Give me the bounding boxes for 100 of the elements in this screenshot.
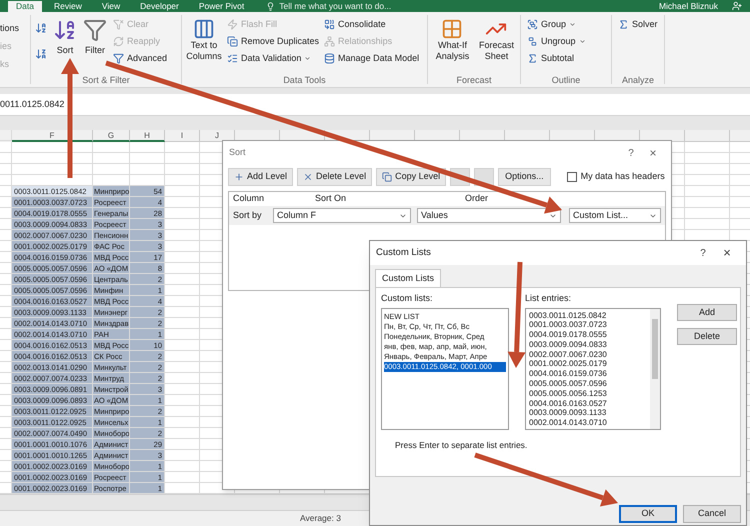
share-icon[interactable] bbox=[732, 1, 742, 11]
list-entry: 0002.0007.0067.0230 bbox=[529, 350, 608, 360]
ribbon-button[interactable]: Consolidate bbox=[324, 18, 420, 30]
column-header[interactable]: F bbox=[12, 130, 93, 142]
list-entry: 0002.0014.0143.0710 bbox=[529, 418, 608, 428]
toolbar-button[interactable]: Copy Level bbox=[376, 168, 446, 186]
group-label: Sort & Filter bbox=[81, 74, 131, 86]
ribbon-tab[interactable]: View bbox=[94, 1, 128, 12]
table-cell bbox=[0, 164, 12, 175]
column-select[interactable]: Column F bbox=[273, 208, 411, 223]
tool-icon bbox=[227, 52, 238, 64]
toolbar-button[interactable]: Delete Level bbox=[297, 168, 372, 186]
table-cell bbox=[130, 153, 165, 164]
list-entry: 0003.0009.0094.0833 bbox=[529, 340, 608, 350]
list-entry: 0004.0016.0159.0736 bbox=[529, 369, 608, 380]
caret-icon bbox=[569, 20, 576, 28]
help-button[interactable]: ? bbox=[621, 146, 641, 160]
ribbon-button[interactable]: Advanced bbox=[113, 52, 168, 64]
group-label: Analyze bbox=[620, 74, 656, 87]
delete-icon bbox=[303, 172, 314, 182]
user-name: Michael Bliznuk bbox=[658, 1, 718, 12]
sort-button[interactable]: Sort bbox=[53, 18, 77, 58]
column-header[interactable]: I bbox=[165, 130, 200, 142]
column-heading: Column bbox=[233, 192, 266, 206]
ribbon-button[interactable]: Data Validation bbox=[227, 52, 320, 64]
columns-icon bbox=[193, 18, 215, 40]
close-button[interactable]: × bbox=[641, 144, 665, 162]
help-button[interactable]: ? bbox=[692, 246, 714, 260]
table-cell bbox=[685, 197, 730, 208]
sort-ascending-icon[interactable] bbox=[35, 22, 47, 34]
tell-me-field[interactable]: Tell me what you want to do... bbox=[279, 1, 392, 12]
list-entry: 0003.0011.0125.0842 bbox=[529, 310, 608, 320]
ribbon-button[interactable]: Manage Data Model bbox=[324, 52, 420, 64]
ribbon-tab[interactable]: Review bbox=[46, 1, 90, 12]
table-cell bbox=[130, 164, 165, 175]
table-icon bbox=[441, 18, 464, 40]
dialog-title: Sort bbox=[229, 146, 247, 160]
column-header[interactable]: G bbox=[93, 130, 130, 142]
copy-icon bbox=[382, 172, 392, 182]
ribbon-button[interactable]: Ungroup bbox=[527, 35, 605, 47]
dialog-title: Custom Lists bbox=[376, 246, 432, 260]
column-header[interactable]: H bbox=[130, 130, 165, 142]
what-if-analysis-button[interactable]: What-If Analysis bbox=[432, 18, 473, 62]
dialog-button[interactable]: OK bbox=[619, 505, 677, 523]
toolbar-button[interactable]: Add Level bbox=[228, 168, 294, 186]
ribbon-tab[interactable]: Data bbox=[8, 1, 42, 12]
dialog-button[interactable]: Add bbox=[677, 304, 737, 321]
scrollbar[interactable] bbox=[650, 308, 660, 428]
outline-icon bbox=[527, 18, 538, 30]
table-cell bbox=[685, 175, 730, 186]
options-button[interactable]: Options... bbox=[498, 168, 551, 186]
table-cell bbox=[0, 175, 12, 186]
list-entries-field[interactable] bbox=[525, 308, 661, 430]
field-label: Custom lists: bbox=[381, 292, 434, 305]
table-cell bbox=[0, 142, 12, 153]
sort-on-select[interactable]: Values bbox=[417, 208, 561, 223]
tab[interactable]: Custom Lists bbox=[375, 269, 442, 287]
ribbon-tab[interactable]: Developer bbox=[132, 1, 187, 12]
list-entry: 0001.0003.0037.0723 bbox=[529, 320, 608, 330]
ribbon-tab[interactable]: Power Pivot bbox=[190, 1, 252, 12]
list-entry: 0003.0009.0093.1133 bbox=[529, 408, 608, 418]
close-button[interactable]: × bbox=[714, 243, 740, 263]
checkbox[interactable] bbox=[566, 172, 577, 182]
checkbox-label: My data has headers bbox=[580, 170, 665, 184]
table-cell bbox=[685, 186, 730, 197]
group-label: Outline bbox=[550, 74, 582, 86]
ribbon-button[interactable]: Remove Duplicates bbox=[227, 35, 320, 47]
dialog-button[interactable]: Cancel bbox=[683, 505, 741, 523]
group-label: Forecast bbox=[455, 74, 492, 86]
solver-button[interactable]: Solver bbox=[618, 18, 658, 32]
dialog-button[interactable]: Delete bbox=[677, 328, 737, 345]
table-cell bbox=[93, 164, 130, 175]
add-icon bbox=[234, 172, 244, 182]
table-cell bbox=[0, 153, 12, 164]
hint-text: Press Enter to separate list entries. bbox=[395, 438, 528, 452]
table-cell bbox=[685, 153, 730, 164]
table-cell bbox=[685, 164, 730, 175]
solver-icon bbox=[618, 19, 629, 30]
table-cell bbox=[93, 142, 130, 153]
column-heading: Sort On bbox=[315, 192, 348, 206]
list-entry: 0005.0005.0057.0596 bbox=[529, 379, 608, 389]
outline-icon bbox=[527, 36, 538, 46]
outline-icon bbox=[527, 52, 538, 64]
order-select[interactable]: Custom List... bbox=[569, 208, 661, 223]
forecast-sheet-button[interactable]: Forecast Sheet bbox=[476, 18, 516, 62]
text-to-columns-button[interactable]: Text to Columns bbox=[186, 18, 222, 62]
tool-icon bbox=[324, 52, 336, 64]
status-average: Average: 3 bbox=[300, 512, 341, 525]
tool-icon bbox=[227, 18, 238, 30]
formula-bar-field[interactable]: 0011.0125.0842 bbox=[0, 98, 64, 112]
ribbon-button[interactable]: Group bbox=[527, 18, 605, 30]
ribbon-button[interactable]: tions bbox=[0, 22, 30, 34]
tool-icon bbox=[324, 18, 336, 30]
sort-icon bbox=[53, 18, 77, 42]
filter-button[interactable]: Filter bbox=[83, 18, 107, 58]
ribbon-button[interactable]: Subtotal bbox=[527, 52, 605, 64]
sort-descending-icon[interactable] bbox=[35, 48, 47, 60]
tool-icon bbox=[227, 36, 238, 46]
table-cell bbox=[685, 208, 730, 219]
list-entry: 0004.0016.0163.0527 bbox=[529, 398, 608, 408]
